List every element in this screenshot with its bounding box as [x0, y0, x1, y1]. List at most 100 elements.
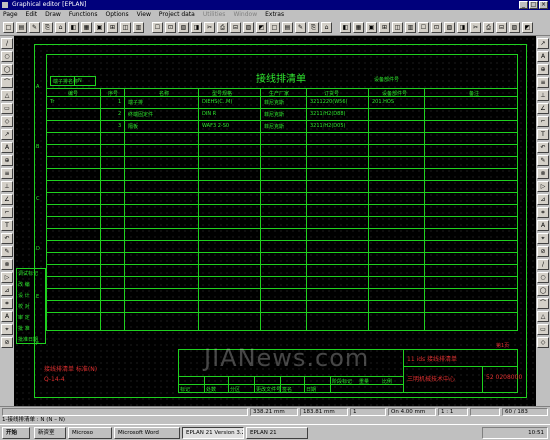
symbol-tool-icon[interactable]: ⊘ — [537, 246, 549, 257]
draw-tool-icon[interactable]: ◯ — [1, 64, 13, 75]
toolbar-tool-icon[interactable]: ◧ — [340, 22, 351, 33]
toolbar-tool-icon[interactable]: ▥ — [405, 22, 416, 33]
toolbar-tool-icon[interactable]: ⊞ — [379, 22, 390, 33]
symbol-tool-icon[interactable]: ↗ — [537, 38, 549, 49]
draw-tool-icon[interactable]: ⌗ — [1, 298, 13, 309]
close-button[interactable]: × — [539, 1, 548, 9]
toolbar-tool-icon[interactable]: ✂ — [470, 22, 481, 33]
toolbar-tool-icon[interactable]: ▦ — [353, 22, 364, 33]
toolbar-tool-icon[interactable]: ▤ — [16, 22, 27, 33]
menu-page[interactable]: Page — [3, 10, 18, 20]
menu-edit[interactable]: Edit — [26, 10, 38, 20]
draw-tool-icon[interactable]: ⌒ — [1, 77, 13, 88]
toolbar-tool-icon[interactable]: ◩ — [522, 22, 533, 33]
toolbar-tool-icon[interactable]: ◩ — [256, 22, 267, 33]
start-button[interactable]: 开始 — [2, 427, 30, 439]
draw-tool-icon[interactable]: ⊕ — [1, 155, 13, 166]
toolbar-tool-icon[interactable]: ⎙ — [217, 22, 228, 33]
draw-tool-icon[interactable]: △ — [1, 90, 13, 101]
symbol-tool-icon[interactable]: ⊗ — [537, 168, 549, 179]
draw-tool-icon[interactable]: ↶ — [1, 233, 13, 244]
draw-tool-icon[interactable]: ⊘ — [1, 337, 13, 348]
symbol-tool-icon[interactable]: ⊥ — [537, 90, 549, 101]
toolbar-tool-icon[interactable]: ⊟ — [230, 22, 241, 33]
toolbar-tool-icon[interactable]: ✎ — [295, 22, 306, 33]
symbol-tool-icon[interactable]: / — [537, 259, 549, 270]
symbol-tool-icon[interactable]: ✎ — [537, 155, 549, 166]
draw-tool-icon[interactable]: ✎ — [1, 246, 13, 257]
menu-window[interactable]: Window — [233, 10, 257, 20]
symbol-tool-icon[interactable]: ↶ — [537, 142, 549, 153]
draw-tool-icon[interactable]: A — [1, 142, 13, 153]
toolbar-tool-icon[interactable]: □ — [269, 22, 280, 33]
drawing-canvas[interactable]: A B C D E F 接线排清单 设备部件号 端子排名称 N 编号 序号 名称… — [14, 36, 536, 406]
toolbar-tool-icon[interactable]: ⊡ — [165, 22, 176, 33]
status-grid[interactable]: On 4.00 mm — [388, 408, 436, 416]
toolbar-tool-icon[interactable]: ▤ — [282, 22, 293, 33]
toolbar-tool-icon[interactable]: ⊞ — [107, 22, 118, 33]
symbol-tool-icon[interactable]: ⊿ — [537, 194, 549, 205]
toolbar-tool-icon[interactable]: ◧ — [68, 22, 79, 33]
symbol-tool-icon[interactable]: ⌗ — [537, 207, 549, 218]
draw-tool-icon[interactable]: ⌖ — [1, 324, 13, 335]
symbol-tool-icon[interactable]: ▭ — [537, 324, 549, 335]
menu-functions[interactable]: Functions — [69, 10, 98, 20]
toolbar-tool-icon[interactable]: ✎ — [29, 22, 40, 33]
draw-tool-icon[interactable]: ⊥ — [1, 181, 13, 192]
draw-tool-icon[interactable]: ↗ — [1, 129, 13, 140]
toolbar-tool-icon[interactable]: ▥ — [133, 22, 144, 33]
symbol-tool-icon[interactable]: ∠ — [537, 103, 549, 114]
toolbar-tool-icon[interactable]: ⎘ — [42, 22, 53, 33]
toolbar-tool-icon[interactable]: ◨ — [191, 22, 202, 33]
toolbar-tool-icon[interactable]: ▧ — [444, 22, 455, 33]
toolbar-tool-icon[interactable]: □ — [3, 22, 14, 33]
toolbar-tool-icon[interactable]: ⎙ — [483, 22, 494, 33]
toolbar-tool-icon[interactable]: ☐ — [418, 22, 429, 33]
symbol-tool-icon[interactable]: T — [537, 129, 549, 140]
draw-tool-icon[interactable]: / — [1, 38, 13, 49]
draw-tool-icon[interactable]: ⊗ — [1, 259, 13, 270]
draw-tool-icon[interactable]: A — [1, 311, 13, 322]
toolbar-tool-icon[interactable]: ▣ — [94, 22, 105, 33]
menu-draw[interactable]: Draw — [45, 10, 61, 20]
symbol-tool-icon[interactable]: ◇ — [537, 337, 549, 348]
menu-view[interactable]: View — [137, 10, 151, 20]
taskbar-item[interactable]: Microsoft Word — [114, 427, 180, 439]
toolbar-tool-icon[interactable]: ✂ — [204, 22, 215, 33]
taskbar-item[interactable]: 新资室 — [34, 427, 66, 439]
symbol-tool-icon[interactable]: ≡ — [537, 77, 549, 88]
toolbar-tool-icon[interactable]: ⊡ — [431, 22, 442, 33]
draw-tool-icon[interactable]: ⌐ — [1, 207, 13, 218]
draw-tool-icon[interactable]: ∠ — [1, 194, 13, 205]
taskbar-item-active[interactable]: EPLAN 21 Version 3.2 — [182, 427, 244, 439]
menu-utilities[interactable]: Utilities — [203, 10, 226, 20]
symbol-tool-icon[interactable]: A — [537, 51, 549, 62]
draw-tool-icon[interactable]: ≡ — [1, 168, 13, 179]
symbol-tool-icon[interactable]: △ — [537, 311, 549, 322]
draw-tool-icon[interactable]: ⊿ — [1, 285, 13, 296]
toolbar-tool-icon[interactable]: ⊟ — [496, 22, 507, 33]
draw-tool-icon[interactable]: ◇ — [1, 116, 13, 127]
symbol-tool-icon[interactable]: A — [537, 220, 549, 231]
symbol-tool-icon[interactable]: ◯ — [537, 285, 549, 296]
toolbar-tool-icon[interactable]: ⎘ — [308, 22, 319, 33]
symbol-tool-icon[interactable]: ▷ — [537, 181, 549, 192]
symbol-tool-icon[interactable]: ⊕ — [537, 64, 549, 75]
toolbar-tool-icon[interactable]: ◫ — [392, 22, 403, 33]
taskbar-item[interactable]: EPLAN 21 — [246, 427, 308, 439]
menu-options[interactable]: Options — [105, 10, 128, 20]
minimize-button[interactable]: _ — [519, 1, 528, 9]
draw-tool-icon[interactable]: ○ — [1, 51, 13, 62]
menu-extras[interactable]: Extras — [265, 10, 284, 20]
symbol-tool-icon[interactable]: ○ — [537, 272, 549, 283]
toolbar-tool-icon[interactable]: ▦ — [81, 22, 92, 33]
toolbar-tool-icon[interactable]: ▨ — [243, 22, 254, 33]
toolbar-tool-icon[interactable]: ⌂ — [321, 22, 332, 33]
toolbar-tool-icon[interactable]: ▧ — [178, 22, 189, 33]
toolbar-tool-icon[interactable]: ▨ — [509, 22, 520, 33]
draw-tool-icon[interactable]: ▷ — [1, 272, 13, 283]
draw-tool-icon[interactable]: ▭ — [1, 103, 13, 114]
draw-tool-icon[interactable]: T — [1, 220, 13, 231]
toolbar-tool-icon[interactable]: ▣ — [366, 22, 377, 33]
symbol-tool-icon[interactable]: ⌖ — [537, 233, 549, 244]
